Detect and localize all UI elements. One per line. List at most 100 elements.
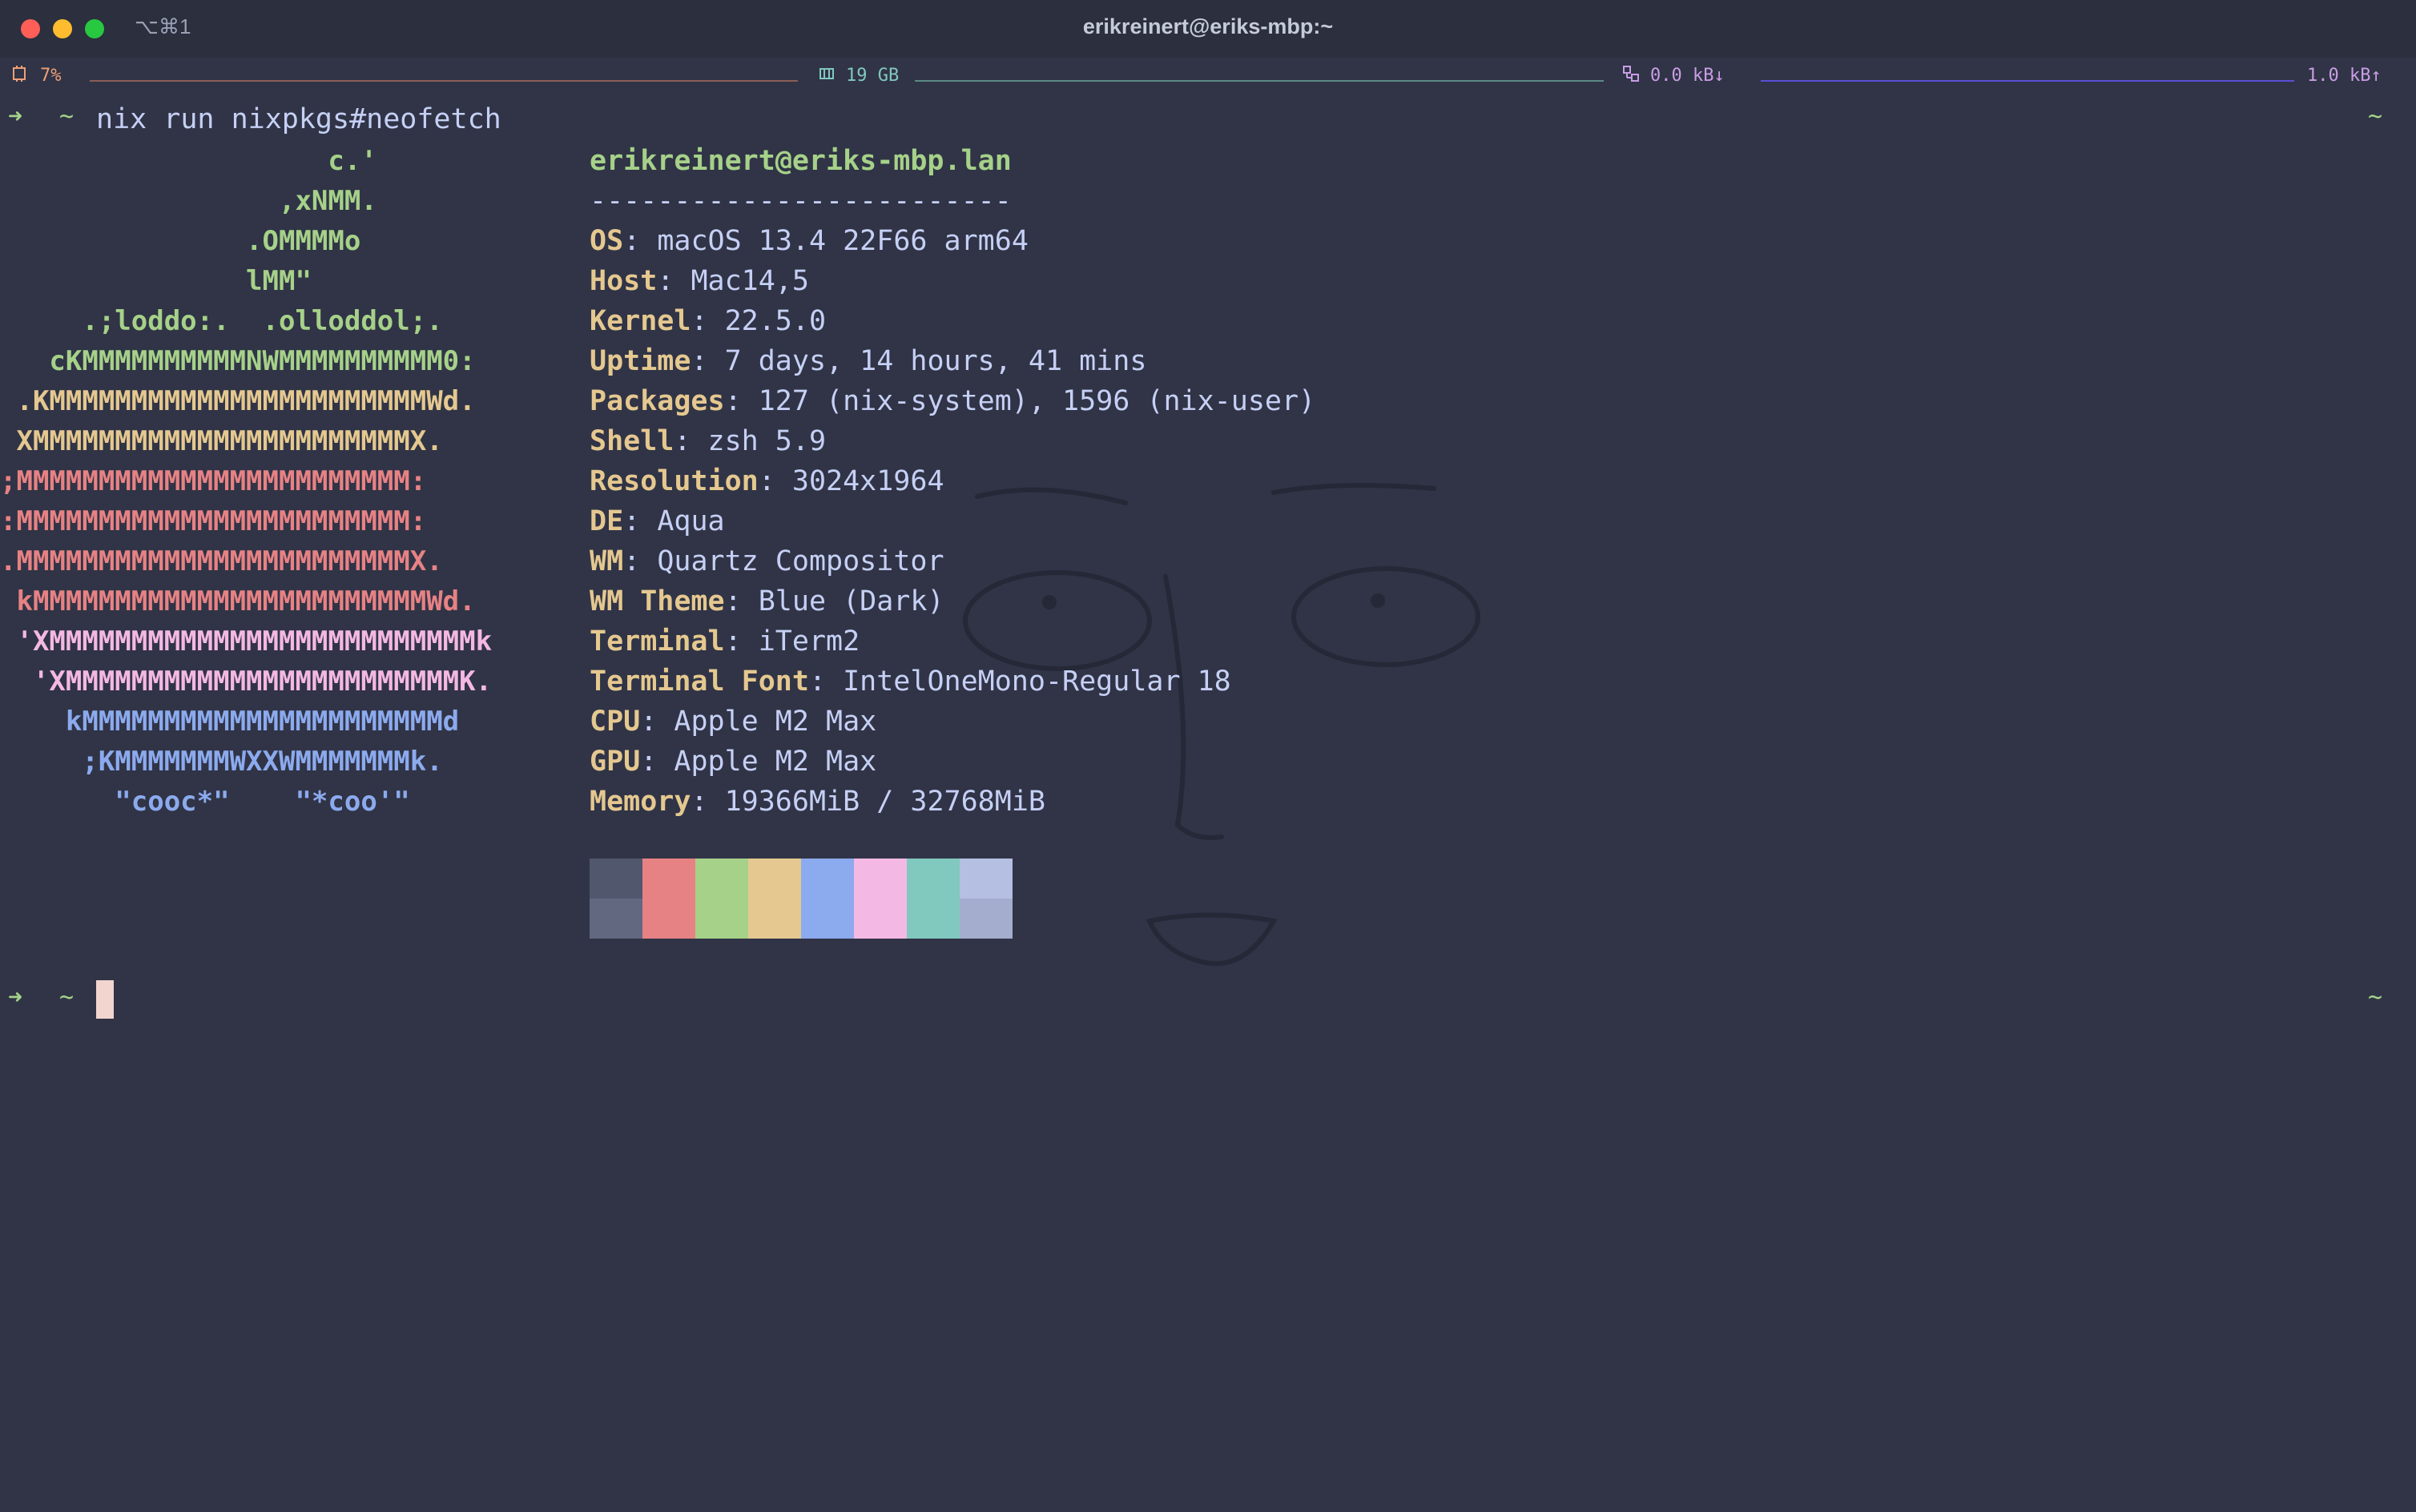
- cpu-icon: [13, 66, 26, 82]
- info-key: Host: [590, 265, 658, 297]
- info-row: Terminal Font: IntelOneMono-Regular 18: [590, 662, 1231, 702]
- cpu-sparkline: [90, 80, 798, 82]
- color-swatch: [642, 899, 695, 939]
- info-value: IntelOneMono-Regular 18: [843, 666, 1231, 698]
- color-swatch: [907, 899, 960, 939]
- info-row: Terminal: iTerm2: [590, 621, 860, 662]
- info-row: Resolution: 3024x1964: [590, 461, 944, 501]
- info-separator: :: [724, 385, 759, 417]
- info-key: Memory: [590, 786, 691, 818]
- terminal-window: ⌥⌘1 erikreinert@eriks-mbp:~ 7% 19 GB 0.0…: [0, 0, 2416, 1512]
- memory-sparkline: [915, 80, 1604, 82]
- info-value: 22.5.0: [724, 305, 827, 337]
- info-row: Packages: 127 (nix-system), 1596 (nix-us…: [590, 381, 1315, 421]
- color-swatch: [695, 899, 748, 939]
- memory-usage-label: 19 GB: [846, 66, 900, 86]
- neofetch-separator: -------------------------: [590, 185, 1012, 217]
- info-separator: :: [623, 545, 658, 577]
- info-key: Packages: [590, 385, 725, 417]
- logo-line: :MMMMMMMMMMMMMMMMMMMMMMMM:: [0, 505, 427, 537]
- info-key: WM Theme: [590, 585, 725, 617]
- info-separator: :: [758, 465, 792, 497]
- prompt-cwd: ~: [59, 103, 74, 131]
- color-swatch: [854, 899, 907, 939]
- logo-line: ;MMMMMMMMMMMMMMMMMMMMMMMM:: [0, 465, 427, 497]
- logo-line: lMM": [0, 265, 312, 297]
- info-separator: :: [640, 746, 674, 778]
- logo-line: 'XMMMMMMMMMMMMMMMMMMMMMMMMK.: [0, 666, 493, 698]
- logo-line: ;KMMMMMMMWXXWMMMMMMMk.: [0, 746, 443, 778]
- info-key: Uptime: [590, 345, 691, 377]
- prompt-cwd: ~: [59, 983, 74, 1011]
- color-swatch: [801, 899, 854, 939]
- color-swatch: [642, 859, 695, 899]
- prompt-arrow-icon: ➜: [8, 983, 23, 1011]
- network-up-label: 1.0 kB↑: [2307, 66, 2382, 86]
- info-separator: :: [640, 706, 674, 738]
- info-value: zsh 5.9: [707, 425, 827, 457]
- info-key: Terminal Font: [590, 666, 809, 698]
- info-key: OS: [590, 225, 624, 257]
- info-separator: :: [623, 505, 658, 537]
- info-key: WM: [590, 545, 624, 577]
- info-value: Apple M2 Max: [674, 706, 877, 738]
- logo-line: .MMMMMMMMMMMMMMMMMMMMMMMMX.: [0, 545, 443, 577]
- info-row: Shell: zsh 5.9: [590, 421, 826, 461]
- info-row: Uptime: 7 days, 14 hours, 41 mins: [590, 341, 1146, 381]
- info-key: Terminal: [590, 625, 725, 657]
- logo-line: .OMMMMo: [0, 225, 361, 257]
- info-key: CPU: [590, 706, 641, 738]
- info-key: GPU: [590, 746, 641, 778]
- color-palette: [590, 859, 1013, 939]
- info-key: DE: [590, 505, 624, 537]
- right-prompt: ~: [2368, 983, 2383, 1011]
- status-bar: 7% 19 GB 0.0 kB↓ 1.0 kB↑: [0, 58, 2416, 96]
- info-value: 3024x1964: [791, 465, 944, 497]
- info-separator: :: [691, 786, 725, 818]
- info-row: DE: Aqua: [590, 501, 725, 541]
- color-swatch: [590, 859, 642, 899]
- logo-line: .;loddo:. .olloddol;.: [0, 305, 443, 337]
- color-swatch: [960, 859, 1013, 899]
- info-separator: :: [657, 265, 691, 297]
- info-separator: :: [674, 425, 708, 457]
- info-value: 19366MiB / 32768MiB: [724, 786, 1045, 818]
- logo-line: cKMMMMMMMMMMNWMMMMMMMMMM0:: [0, 345, 476, 377]
- info-value: Aqua: [657, 505, 725, 537]
- info-value: Mac14,5: [691, 265, 809, 297]
- color-swatch: [960, 899, 1013, 939]
- info-row: Host: Mac14,5: [590, 261, 809, 301]
- color-swatch: [748, 859, 801, 899]
- info-separator: :: [623, 225, 658, 257]
- info-key: Kernel: [590, 305, 691, 337]
- info-value: Apple M2 Max: [674, 746, 877, 778]
- info-value: 127 (nix-system), 1596 (nix-user): [758, 385, 1316, 417]
- color-swatch: [590, 899, 642, 939]
- title-bar[interactable]: ⌥⌘1 erikreinert@eriks-mbp:~: [0, 0, 2416, 58]
- info-row: WM: Quartz Compositor: [590, 541, 944, 581]
- info-value: Blue (Dark): [758, 585, 944, 617]
- info-row: OS: macOS 13.4 22F66 arm64: [590, 221, 1029, 261]
- info-value: 7 days, 14 hours, 41 mins: [724, 345, 1147, 377]
- logo-line: c.': [0, 145, 377, 177]
- color-swatch: [907, 859, 960, 899]
- prompt-arrow-icon: ➜: [8, 103, 23, 131]
- info-separator: :: [808, 666, 844, 698]
- network-down-label: 0.0 kB↓: [1650, 66, 1725, 86]
- memory-icon: [819, 68, 834, 79]
- color-swatch: [748, 899, 801, 939]
- info-key: Shell: [590, 425, 674, 457]
- color-swatch: [695, 859, 748, 899]
- logo-line: .KMMMMMMMMMMMMMMMMMMMMMMMWd.: [0, 385, 476, 417]
- color-swatch: [854, 859, 907, 899]
- logo-line: ,xNMM.: [0, 185, 377, 217]
- color-swatch: [801, 859, 854, 899]
- text-cursor[interactable]: [96, 980, 114, 1019]
- logo-line: kMMMMMMMMMMMMMMMMMMMMMMMMWd.: [0, 585, 476, 617]
- logo-line: 'XMMMMMMMMMMMMMMMMMMMMMMMMMMk: [0, 625, 493, 657]
- network-sparkline: [1761, 80, 2294, 82]
- command-text[interactable]: nix run nixpkgs#neofetch: [96, 99, 501, 139]
- info-key: Resolution: [590, 465, 759, 497]
- logo-line: kMMMMMMMMMMMMMMMMMMMMMMd: [0, 706, 460, 738]
- info-value: iTerm2: [758, 625, 860, 657]
